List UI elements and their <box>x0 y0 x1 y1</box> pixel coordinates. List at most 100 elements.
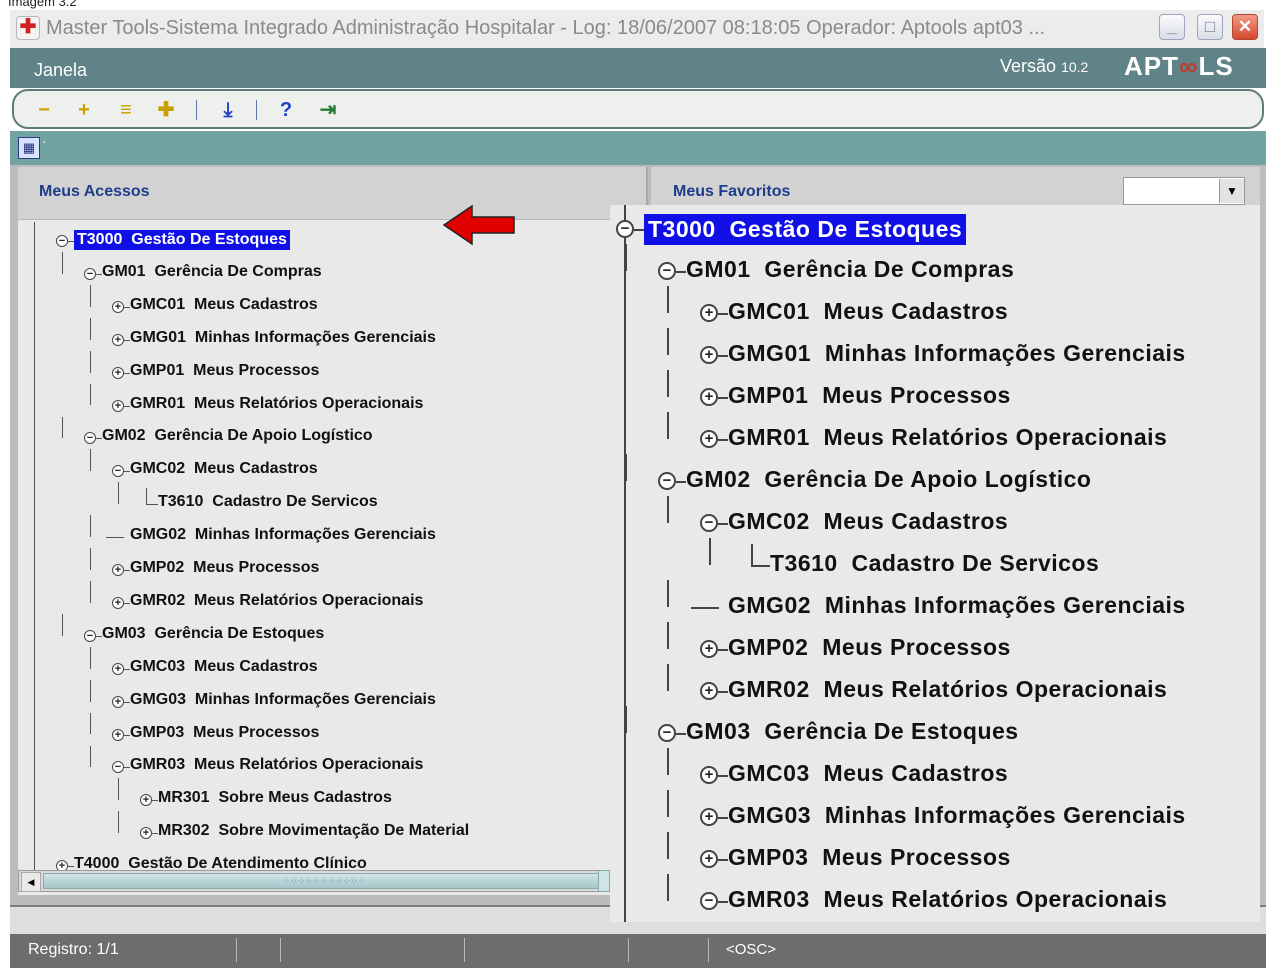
tree-node-gmp03[interactable]: GMP03 Meus Processos <box>728 844 1011 871</box>
tree-node-gmc02[interactable]: GMC02 Meus Cadastros <box>728 508 1008 535</box>
expand-node-icon[interactable]: + <box>56 860 68 870</box>
tree-node-gm01[interactable]: GM01 Gerência De Compras <box>102 263 322 281</box>
collapse-node-icon[interactable]: − <box>112 761 124 774</box>
collapse-node-icon[interactable]: − <box>56 235 68 247</box>
tree-node-gmr01[interactable]: GMR01 Meus Relatórios Operacionais <box>728 424 1167 451</box>
tree-node-gm03[interactable]: GM03 Gerência De Estoques <box>686 718 1019 745</box>
tree-node-code: GMG03 <box>130 690 187 708</box>
tree-node-gmc01[interactable]: GMC01 Meus Cadastros <box>130 296 318 314</box>
expand-node-icon[interactable]: + <box>112 564 124 576</box>
expand-node-icon[interactable]: + <box>112 728 124 741</box>
tree-node-gmg02[interactable]: GMG02 Minhas Informações Gerenciais <box>130 526 436 544</box>
collapse-node-icon[interactable]: − <box>616 220 634 238</box>
tree-node-code: MR301 <box>158 789 210 807</box>
tree-node-gmc01[interactable]: GMC01 Meus Cadastros <box>728 298 1008 325</box>
collapse-node-icon[interactable]: − <box>700 892 718 910</box>
minimize-button[interactable]: _ <box>1159 14 1185 40</box>
chevron-down-icon[interactable]: ▼ <box>1219 179 1244 203</box>
tree-node-mr302[interactable]: MR302 Sobre Movimentação De Material <box>158 822 469 840</box>
expand-node-icon[interactable]: + <box>140 827 152 840</box>
tree-node-gmc03[interactable]: GMC03 Meus Cadastros <box>130 658 318 676</box>
scroll-left-arrow-icon[interactable]: ◀ <box>21 872 41 892</box>
expand-node-icon[interactable]: + <box>112 300 124 313</box>
collapse-all-icon[interactable]: ≡ <box>114 97 138 123</box>
tree-node-gmr01[interactable]: GMR01 Meus Relatórios Operacionais <box>130 395 423 413</box>
version-text: Versão <box>1000 56 1057 76</box>
tree-node-label: Minhas Informações Gerenciais <box>824 592 1186 618</box>
expand-node-icon[interactable]: + <box>700 682 718 700</box>
tree-node-gmp02[interactable]: GMP02 Meus Processos <box>728 634 1011 661</box>
collapse-node-icon[interactable]: − <box>658 262 676 280</box>
expand-node-icon[interactable]: + <box>112 333 124 346</box>
expand-node-icon[interactable]: + <box>700 850 718 868</box>
tree-node-gmg03[interactable]: GMG03 Minhas Informações Gerenciais <box>130 691 436 709</box>
sub-toolbar: ▦ · <box>10 131 1266 165</box>
expand-node-icon[interactable]: + <box>700 304 718 322</box>
maximize-button[interactable]: □ <box>1197 14 1223 40</box>
document-icon[interactable]: ▦ <box>18 137 40 159</box>
tree-node-gm02[interactable]: GM02 Gerência De Apoio Logístico <box>102 427 373 445</box>
expand-node-icon[interactable]: + <box>112 662 124 675</box>
tree-node-gm03[interactable]: GM03 Gerência De Estoques <box>102 625 324 643</box>
tree-node-t3610[interactable]: T3610 Cadastro De Servicos <box>770 550 1099 577</box>
tree-node-gmr03[interactable]: GMR03 Meus Relatórios Operacionais <box>130 756 423 774</box>
tree-line <box>625 244 627 271</box>
collapse-node-icon[interactable]: − <box>84 629 96 642</box>
expand-node-icon[interactable]: + <box>700 388 718 406</box>
tree-node-gm02[interactable]: GM02 Gerência De Apoio Logístico <box>686 466 1091 493</box>
exit-door-icon[interactable]: ⇥ <box>316 97 340 123</box>
tree-line <box>667 874 669 901</box>
scrollbar-thumb[interactable]: ⁘⁘⁘⁘⁘⁘⁘⁘⁘⁘⁘ <box>43 873 605 889</box>
collapse-node-icon[interactable]: − <box>84 432 96 445</box>
expand-all-icon[interactable]: ✚ <box>154 97 178 123</box>
collapse-node-icon[interactable]: − <box>658 472 676 490</box>
expand-node-icon[interactable]: + <box>700 640 718 658</box>
tree-node-code: GM02 <box>102 427 146 445</box>
tree-node-gmr02[interactable]: GMR02 Meus Relatórios Operacionais <box>728 676 1167 703</box>
collapse-node-icon[interactable]: − <box>658 724 676 742</box>
tree-node-t3000[interactable]: T3000 Gestão De Estoques <box>644 214 967 245</box>
expand-node-icon[interactable]: + <box>700 808 718 826</box>
expand-node-icon[interactable]: + <box>700 766 718 784</box>
tree-line <box>62 252 63 274</box>
expand-node-icon[interactable]: + <box>112 596 124 609</box>
expand-icon[interactable]: + <box>72 97 96 123</box>
collapse-node-icon[interactable]: − <box>700 514 718 532</box>
close-button[interactable]: ✕ <box>1232 14 1258 40</box>
tree-node-gmg01[interactable]: GMG01 Minhas Informações Gerenciais <box>728 340 1186 367</box>
tree-node-gmc02[interactable]: GMC02 Meus Cadastros <box>130 460 318 478</box>
tree-node-t3000[interactable]: T3000 Gestão De Estoques <box>74 230 290 250</box>
expand-node-icon[interactable]: + <box>112 399 124 412</box>
expand-node-icon[interactable]: + <box>112 366 124 379</box>
tree-node-t3610[interactable]: T3610 Cadastro De Servicos <box>158 493 378 511</box>
tree-node-gmp01[interactable]: GMP01 Meus Processos <box>728 382 1011 409</box>
download-icon[interactable]: ⤓ <box>216 97 240 123</box>
tree-node-mr301[interactable]: MR301 Sobre Meus Cadastros <box>158 789 392 807</box>
tree-node-gmg01[interactable]: GMG01 Minhas Informações Gerenciais <box>130 329 436 347</box>
collapse-node-icon[interactable]: − <box>112 465 124 478</box>
tree-node-gmc03[interactable]: GMC03 Meus Cadastros <box>728 760 1008 787</box>
tree-node-gm01[interactable]: GM01 Gerência De Compras <box>686 256 1014 283</box>
collapse-node-icon[interactable]: − <box>84 267 96 280</box>
collapse-icon[interactable]: − <box>32 97 56 123</box>
scroll-right-end[interactable] <box>598 870 610 892</box>
tree-node-gmp03[interactable]: GMP03 Meus Processos <box>130 724 319 742</box>
tree-node-gmr03[interactable]: GMR03 Meus Relatórios Operacionais <box>728 886 1167 913</box>
tree-node-label: Meus Cadastros <box>823 760 1009 786</box>
tree-node-gmr02[interactable]: GMR02 Meus Relatórios Operacionais <box>130 592 423 610</box>
help-icon[interactable]: ? <box>274 97 298 123</box>
toolbar-separator <box>196 100 197 120</box>
tree-node-label: Gerência De Apoio Logístico <box>154 427 373 445</box>
tree-node-gmp01[interactable]: GMP01 Meus Processos <box>130 362 319 380</box>
tree-node-t4000[interactable]: T4000 Gestão De Atendimento Clínico <box>74 855 367 870</box>
tree-node-gmg02[interactable]: GMG02 Minhas Informações Gerenciais <box>728 592 1186 619</box>
expand-node-icon[interactable]: + <box>112 695 124 708</box>
tree-line <box>718 397 728 399</box>
tree-node-gmp02[interactable]: GMP02 Meus Processos <box>130 559 319 577</box>
menu-janela[interactable]: Janela <box>34 60 87 81</box>
horizontal-scrollbar[interactable]: ◀ ⁘⁘⁘⁘⁘⁘⁘⁘⁘⁘⁘ <box>18 870 610 892</box>
expand-node-icon[interactable]: + <box>140 794 152 807</box>
expand-node-icon[interactable]: + <box>700 346 718 364</box>
tree-node-gmg03[interactable]: GMG03 Minhas Informações Gerenciais <box>728 802 1186 829</box>
expand-node-icon[interactable]: + <box>700 430 718 448</box>
